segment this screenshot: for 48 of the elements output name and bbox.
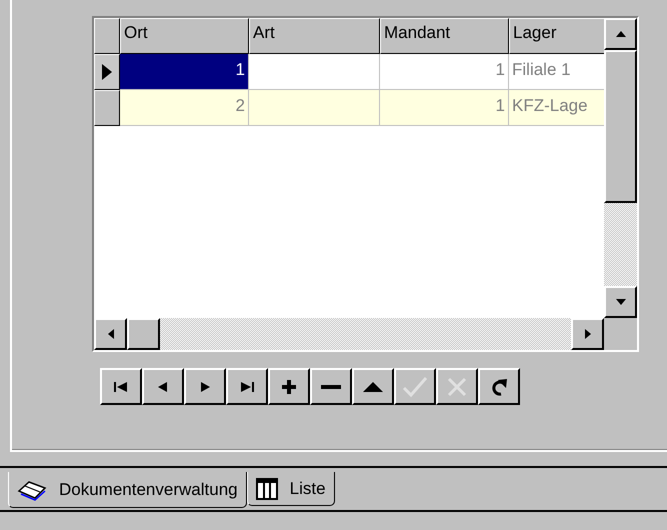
down-arrow-icon: [616, 297, 626, 307]
row-indicator[interactable]: [94, 90, 120, 126]
first-record-icon: [113, 380, 129, 392]
table-cell: 1: [380, 90, 509, 126]
current-row-icon: [102, 64, 112, 80]
scroll-down-button[interactable]: [604, 286, 637, 318]
up-arrow-icon: [616, 29, 626, 39]
navigator-button[interactable]: [142, 368, 184, 405]
table-cell: 2: [120, 90, 249, 126]
last-record-icon: [239, 380, 255, 392]
column-header[interactable]: Ort: [120, 18, 249, 54]
column-header[interactable]: Mandant: [380, 18, 509, 54]
column-header[interactable]: Art: [249, 18, 380, 54]
up-triangle-icon: [363, 382, 383, 392]
scroll-up-button[interactable]: [604, 18, 637, 50]
left-arrow-icon: [106, 329, 116, 339]
book-icon: [17, 478, 47, 500]
table-cell: 1: [380, 54, 509, 90]
minus-icon: [321, 384, 341, 388]
table-cell: KFZ-Lage: [509, 90, 604, 126]
navigator-button[interactable]: [184, 368, 226, 405]
navigator-button[interactable]: [100, 368, 142, 405]
vertical-scrollbar[interactable]: [604, 18, 637, 318]
row-indicator[interactable]: [94, 54, 120, 90]
scroll-right-button[interactable]: [571, 318, 604, 350]
header-corner: [94, 18, 120, 54]
column-header[interactable]: Lager: [509, 18, 604, 54]
navigator-button[interactable]: [268, 368, 310, 405]
navigator-button[interactable]: [226, 368, 268, 405]
table-icon: [256, 478, 278, 500]
navigator-button[interactable]: [310, 368, 352, 405]
navigator-button[interactable]: [478, 368, 520, 405]
previous-record-icon: [157, 380, 169, 392]
navigator-button[interactable]: [352, 368, 394, 405]
x-icon: [446, 376, 468, 398]
tab[interactable]: Dokumentenverwaltung: [8, 472, 247, 508]
horizontal-scrollbar[interactable]: [94, 318, 604, 350]
next-record-icon: [199, 380, 211, 392]
scrollbar-corner: [604, 318, 637, 350]
right-arrow-icon: [582, 329, 592, 339]
tab[interactable]: Liste: [246, 472, 335, 506]
data-grid[interactable]: Ort Art Mandant Lager 1 1 Filiale 1 2 1 KFZ-Lage: [92, 16, 639, 352]
scroll-left-button[interactable]: [94, 318, 127, 350]
scroll-thumb[interactable]: [604, 50, 637, 203]
plus-icon: [282, 380, 296, 394]
scroll-thumb[interactable]: [127, 318, 160, 350]
checkmark-icon: [402, 376, 428, 398]
table-cell: 1: [120, 54, 249, 90]
